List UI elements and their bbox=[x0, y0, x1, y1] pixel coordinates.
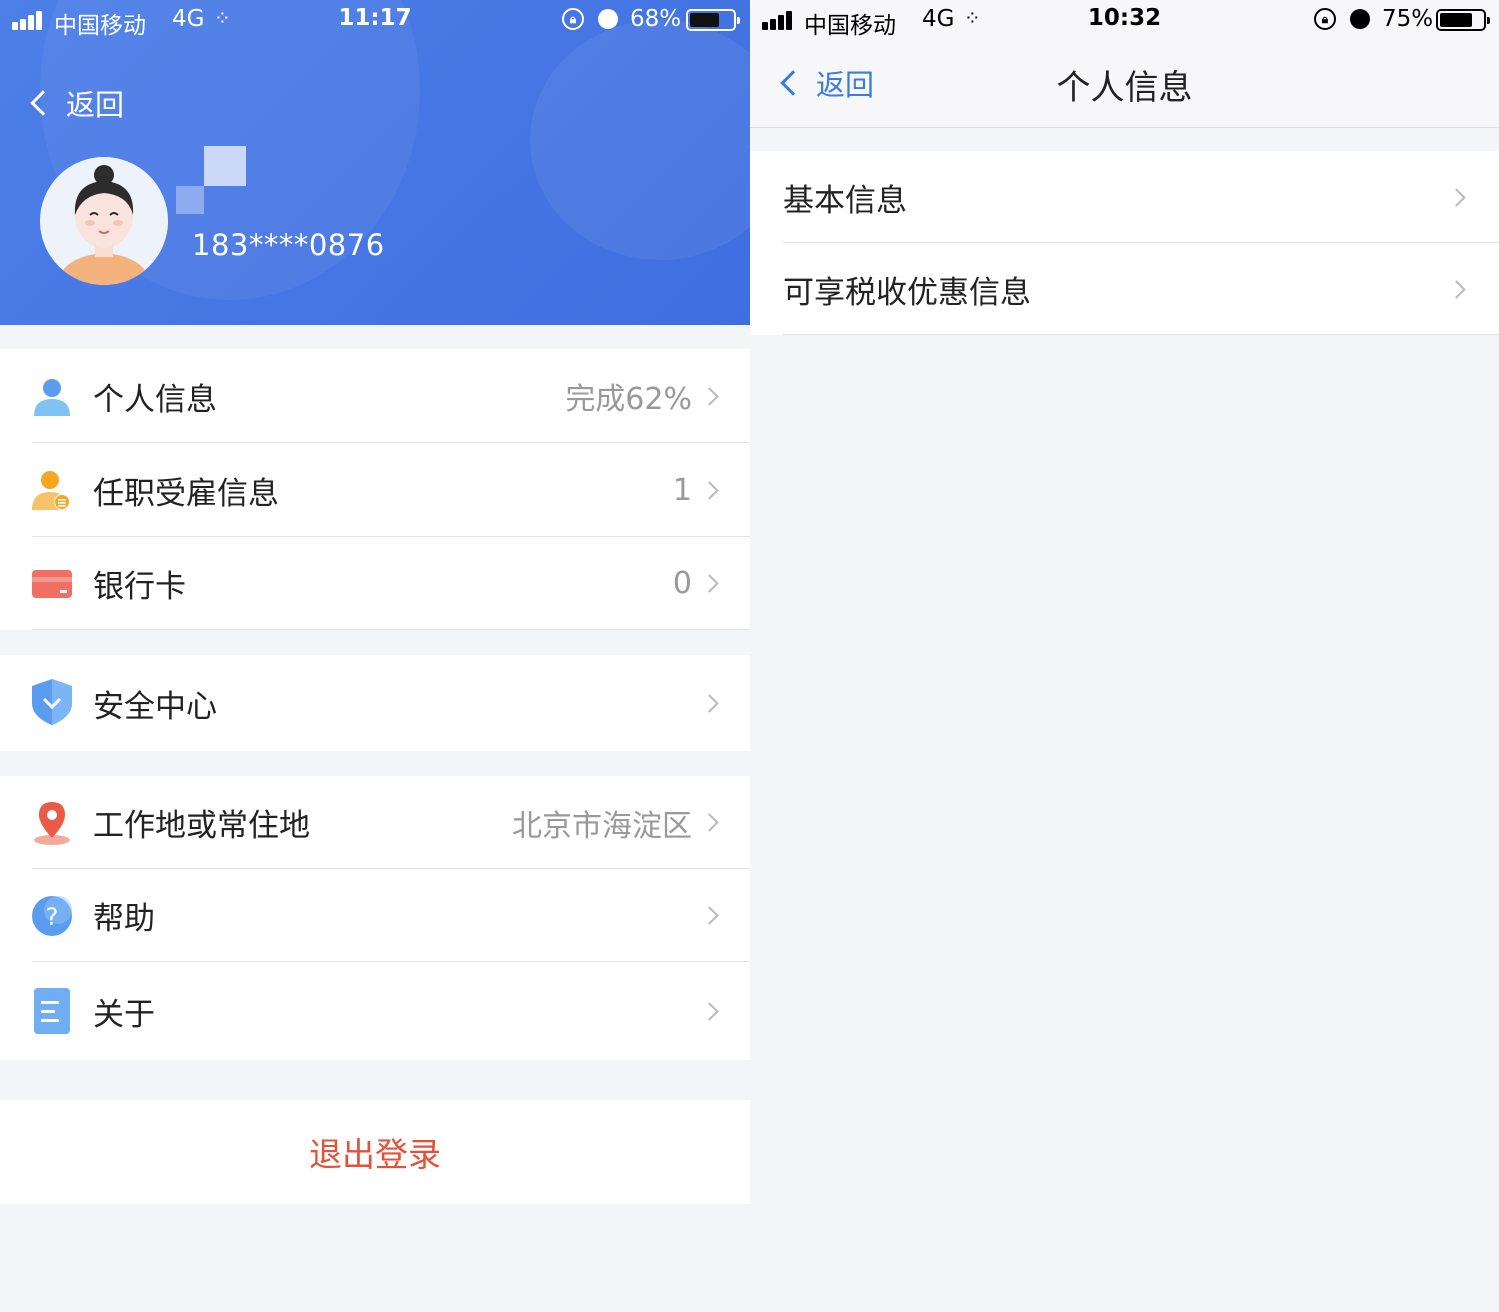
logout-label: 退出登录 bbox=[309, 1135, 441, 1174]
profile-header: 中国移动 4G ⁘ 11:17 🔒︎ 68% 返回 183****0876 bbox=[0, 0, 750, 325]
divider bbox=[783, 334, 1499, 335]
orientation-lock-icon: 🔒︎ bbox=[562, 8, 584, 30]
list-item-label: 关于 bbox=[93, 996, 155, 1033]
list-item-personal-info[interactable]: 个人信息 完成62% bbox=[0, 349, 750, 443]
list-item-about[interactable]: 关于 bbox=[0, 962, 750, 1060]
list-item-value: 北京市海淀区 bbox=[512, 808, 692, 844]
list-item-employment-info[interactable]: 任职受雇信息 1 bbox=[0, 443, 750, 537]
location-pin-icon bbox=[32, 802, 72, 846]
back-button[interactable]: 返回 bbox=[28, 82, 124, 124]
list-item-value: 完成62% bbox=[565, 382, 692, 417]
divider bbox=[32, 629, 750, 630]
list-item-help[interactable]: ? 帮助 bbox=[0, 869, 750, 962]
personal-info-screen: 中国移动 4G ⁘ 10:32 🔒︎ 75% 返回 个人信息 基本信息 可享税收… bbox=[750, 0, 1499, 1312]
bank-card-icon bbox=[32, 564, 72, 604]
masked-name bbox=[176, 146, 286, 216]
logout-button[interactable]: 退出登录 bbox=[0, 1100, 750, 1204]
avatar-illustration-icon bbox=[40, 157, 168, 285]
list-item-label: 基本信息 bbox=[783, 182, 907, 219]
chevron-right-icon bbox=[700, 386, 719, 406]
status-bar: 中国移动 4G ⁘ 11:17 🔒︎ 68% bbox=[0, 0, 750, 40]
security-group: 安全中心 bbox=[0, 655, 750, 751]
personal-info-list: 基本信息 可享税收优惠信息 bbox=[750, 151, 1499, 335]
chevron-right-icon bbox=[700, 1001, 719, 1021]
avatar[interactable] bbox=[40, 157, 168, 285]
battery-percent: 68% bbox=[630, 6, 682, 32]
list-item-value: 0 bbox=[672, 566, 692, 601]
chevron-right-icon bbox=[700, 574, 719, 593]
list-item-work-location[interactable]: 工作地或常住地 北京市海淀区 bbox=[0, 776, 750, 869]
list-item-label: 可享税收优惠信息 bbox=[783, 274, 1031, 311]
phone-number: 183****0876 bbox=[192, 228, 385, 262]
profile-screen: 中国移动 4G ⁘ 11:17 🔒︎ 68% 返回 183****0876 个人… bbox=[0, 0, 750, 1312]
battery-icon bbox=[1436, 9, 1490, 31]
chevron-right-icon bbox=[700, 480, 719, 500]
list-item-label: 安全中心 bbox=[93, 688, 217, 725]
account-info-group: 个人信息 完成62% 任职受雇信息 1 银行卡 0 bbox=[0, 349, 750, 630]
page-title: 个人信息 bbox=[1056, 68, 1193, 108]
person-icon bbox=[32, 376, 72, 416]
shield-icon bbox=[32, 679, 72, 725]
help-icon: ? bbox=[32, 896, 72, 936]
list-item-bank-card[interactable]: 银行卡 0 bbox=[0, 537, 750, 630]
list-item-security-center[interactable]: 安全中心 bbox=[0, 655, 750, 751]
alarm-icon bbox=[598, 9, 618, 29]
chevron-left-icon bbox=[30, 90, 56, 116]
chevron-right-icon bbox=[700, 693, 719, 713]
list-item-label: 银行卡 bbox=[93, 569, 186, 605]
document-icon bbox=[32, 988, 72, 1034]
chevron-right-icon bbox=[700, 813, 719, 832]
orientation-lock-icon: 🔒︎ bbox=[1314, 8, 1336, 30]
alarm-icon bbox=[1350, 9, 1370, 29]
status-bar: 中国移动 4G ⁘ 10:32 🔒︎ 75% bbox=[750, 0, 1499, 40]
svg-text:?: ? bbox=[46, 903, 59, 931]
battery-icon bbox=[686, 9, 740, 31]
chevron-right-icon bbox=[700, 906, 719, 925]
list-item-value: 1 bbox=[672, 472, 692, 508]
back-label: 返回 bbox=[66, 88, 125, 122]
header-decoration bbox=[530, 20, 750, 260]
general-group: 工作地或常住地 北京市海淀区 ? 帮助 关于 bbox=[0, 776, 750, 1060]
list-item-label: 个人信息 bbox=[93, 381, 217, 418]
chevron-right-icon bbox=[1447, 187, 1466, 207]
list-item-basic-info[interactable]: 基本信息 bbox=[750, 151, 1499, 243]
battery-percent: 75% bbox=[1382, 6, 1434, 32]
chevron-right-icon bbox=[1447, 279, 1466, 299]
list-item-label: 任职受雇信息 bbox=[93, 475, 279, 512]
list-item-label: 工作地或常住地 bbox=[93, 808, 310, 844]
list-item-label: 帮助 bbox=[93, 901, 155, 937]
list-item-tax-preference-info[interactable]: 可享税收优惠信息 bbox=[750, 243, 1499, 335]
employment-icon bbox=[32, 470, 72, 510]
nav-bar: 中国移动 4G ⁘ 10:32 🔒︎ 75% 返回 个人信息 bbox=[750, 0, 1499, 128]
